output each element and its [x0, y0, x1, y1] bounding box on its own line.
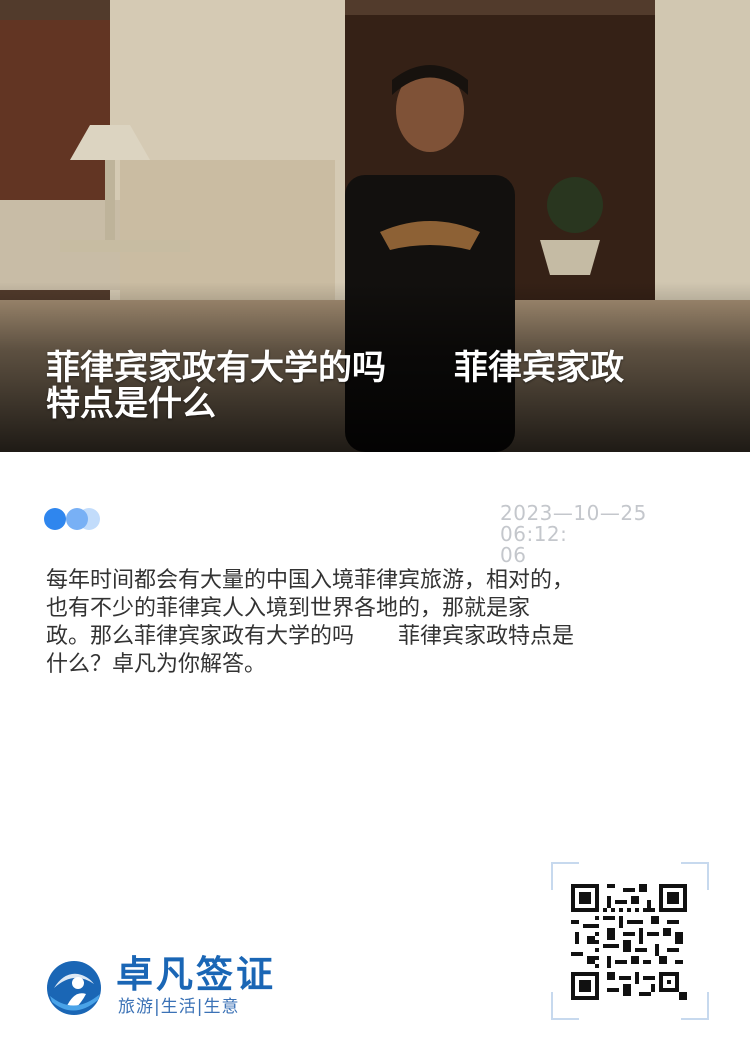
publish-date: 2023—10—25 06:12: 06	[500, 501, 647, 567]
qr-code-icon[interactable]	[571, 884, 687, 1000]
brand-name: 卓凡签证	[116, 953, 276, 996]
qr-code-frame	[551, 862, 709, 1020]
hero-banner: 菲律宾家政有大学的吗 菲律宾家政 特点是什么	[0, 0, 750, 452]
brand-tagline: 旅游|生活|生意	[118, 997, 240, 1017]
dot-mid	[66, 508, 88, 530]
decorative-dots-icon	[44, 508, 104, 532]
dot-dark	[44, 508, 66, 530]
article-intro: 每年时间都会有大量的中国入境菲律宾旅游，相对的， 也有不少的菲律宾人入境到世界各…	[46, 568, 575, 677]
brand-block: 卓凡签证 旅游|生活|生意	[44, 952, 324, 1028]
globe-person-logo-icon	[47, 961, 101, 1015]
article-title: 菲律宾家政有大学的吗 菲律宾家政 特点是什么	[46, 348, 624, 424]
